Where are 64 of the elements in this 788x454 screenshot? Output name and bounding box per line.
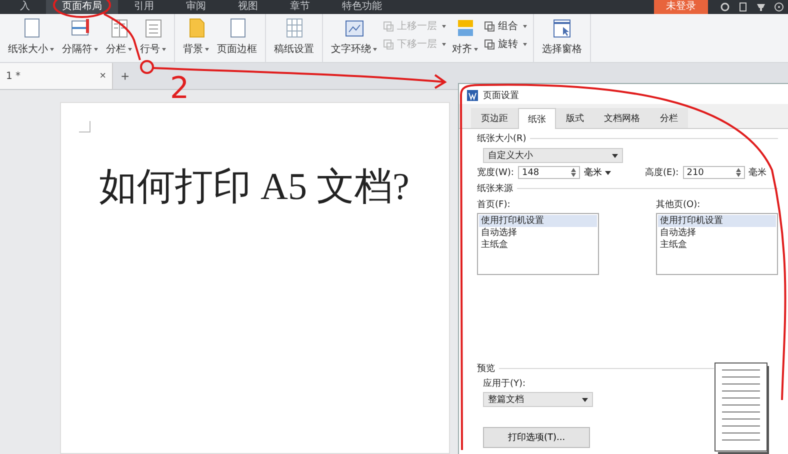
document-tab[interactable]: 1 * × xyxy=(0,63,113,89)
annotation-line xyxy=(104,13,141,60)
list-option[interactable]: 自动选择 xyxy=(479,227,597,239)
paper-size-dropdown[interactable]: 自定义大小 xyxy=(483,148,623,163)
toolbar-button[interactable]: 行号 xyxy=(138,17,168,56)
section-label: 纸张大小(R) xyxy=(477,132,526,145)
field-label: 宽度(W): xyxy=(477,166,514,179)
layers-icon xyxy=(484,38,495,50)
list-label: 首页(F): xyxy=(477,198,512,211)
toolbar-button[interactable]: 稿纸设置 xyxy=(272,17,316,56)
dialog-tab[interactable]: 页边距 xyxy=(471,108,518,128)
menu-tab[interactable]: 页面布局 xyxy=(46,0,118,14)
field-label: 应用于(Y): xyxy=(483,378,527,390)
unit-label: 毫米 xyxy=(748,166,767,179)
list-option[interactable]: 使用打印机设置 xyxy=(479,215,597,227)
toolbar-button[interactable]: 选择窗格 xyxy=(540,17,584,56)
list-label: 其他页(O): xyxy=(656,198,702,211)
dialog-tab[interactable]: 文档网格 xyxy=(594,108,650,128)
width-field[interactable]: 148 xyxy=(518,166,580,179)
spinner-arrows-icon xyxy=(570,168,576,177)
list-option[interactable]: 自动选择 xyxy=(658,227,776,239)
list-option[interactable]: 主纸盒 xyxy=(658,239,776,251)
section-label: 预览 xyxy=(477,362,495,375)
toolbar-button[interactable]: 组合 xyxy=(484,19,527,33)
toolbar-button[interactable]: 对齐 xyxy=(450,17,480,56)
print-options-button[interactable]: 打印选项(T)... xyxy=(483,427,590,448)
annotation-circle xyxy=(140,60,154,74)
close-tab-button[interactable]: × xyxy=(100,70,106,82)
section-label: 纸张来源 xyxy=(477,182,513,195)
toolbar-button[interactable]: 分栏 xyxy=(104,17,134,56)
list-option[interactable]: 使用打印机设置 xyxy=(658,215,776,227)
layers-icon xyxy=(383,20,394,32)
layers-icon xyxy=(484,20,495,32)
circle-icon xyxy=(774,2,784,12)
toolbar-button[interactable]: 分隔符 xyxy=(60,17,100,56)
toolbar-button[interactable]: 纸张大小 xyxy=(6,17,56,56)
app-logo-icon xyxy=(467,90,478,100)
annotation-number: 2 xyxy=(170,74,190,104)
pane-icon xyxy=(551,17,573,39)
dialog-tab[interactable]: 版式 xyxy=(556,108,594,128)
dialog-tab[interactable]: 分栏 xyxy=(650,108,688,128)
menu-tab[interactable]: 特色功能 xyxy=(326,0,398,14)
document-heading: 如何打印 A5 文档? xyxy=(99,165,410,210)
toolbar-button[interactable]: 文字环绕 xyxy=(329,17,379,56)
unit-dropdown[interactable]: 毫米 xyxy=(584,166,611,179)
document-icon xyxy=(738,2,748,12)
spinner-arrows-icon xyxy=(736,168,741,177)
menu-tab[interactable]: 审阅 xyxy=(170,0,222,14)
new-tab-button[interactable]: + xyxy=(113,63,138,89)
toolbar-button[interactable]: 页面边框 xyxy=(215,17,259,56)
dialog-title: 页面设置 xyxy=(483,90,519,102)
menu-tab[interactable]: 视图 xyxy=(222,0,274,14)
toolbar-button[interactable]: 旋转 xyxy=(484,37,527,51)
layers-icon xyxy=(383,38,394,50)
list-option[interactable]: 主纸盒 xyxy=(479,239,597,251)
menu-tab[interactable]: 章节 xyxy=(274,0,326,14)
apply-to-dropdown[interactable]: 整篇文档 xyxy=(483,392,593,407)
menu-tab[interactable]: 入 xyxy=(4,0,46,14)
field-label: 高度(E): xyxy=(644,166,679,179)
toolbar-button[interactable]: 背景 xyxy=(181,17,211,56)
menu-tab[interactable]: 引用 xyxy=(118,0,170,14)
dialog-tab[interactable]: 纸张 xyxy=(518,108,556,129)
height-field[interactable]: 210 xyxy=(682,166,745,179)
margin-corner-icon xyxy=(79,121,91,133)
